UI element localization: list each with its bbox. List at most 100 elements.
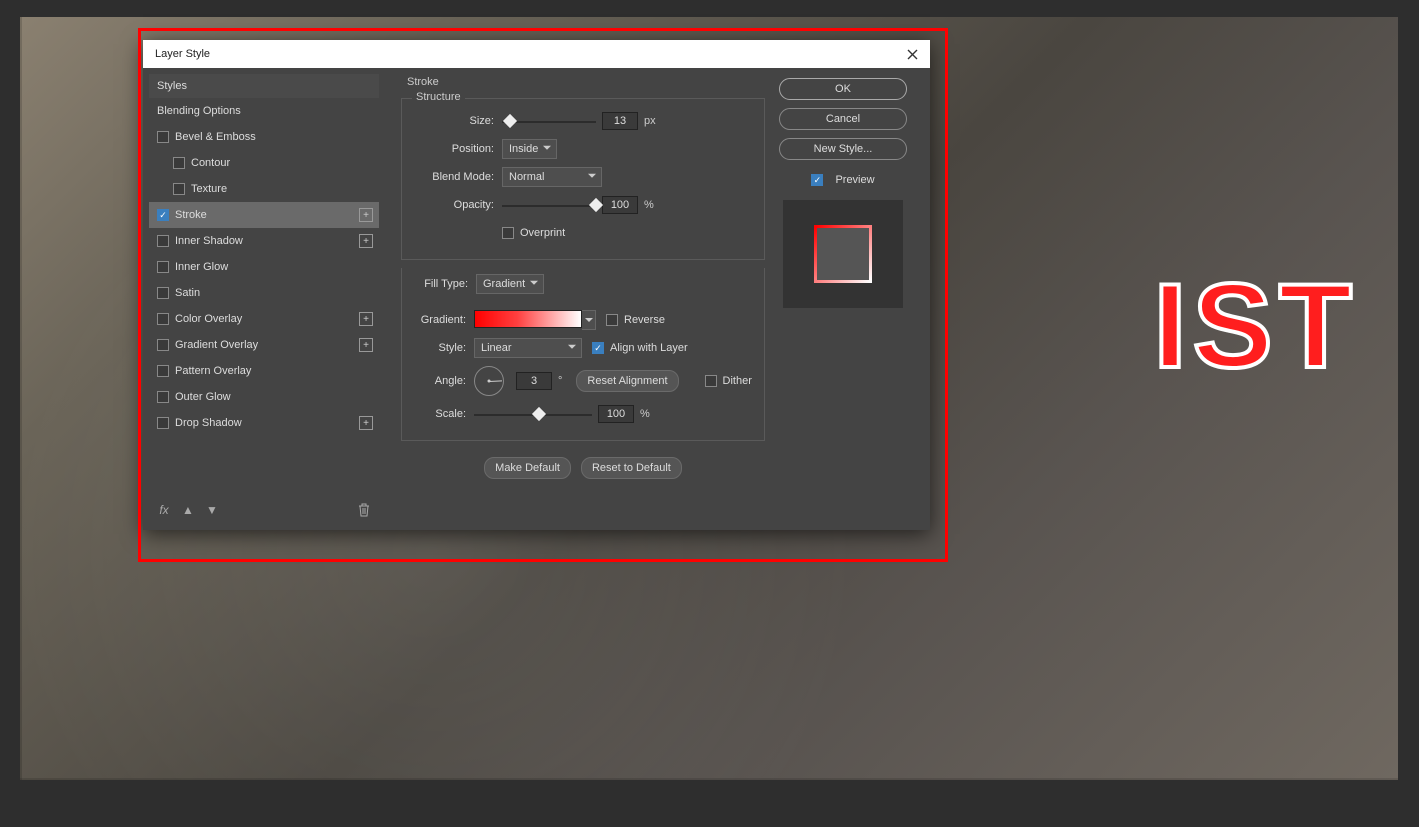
style-row-bevel-emboss[interactable]: Bevel & Emboss — [149, 124, 379, 150]
dither-checkbox[interactable] — [705, 375, 717, 387]
style-label: Stroke — [175, 209, 207, 221]
style-checkbox[interactable] — [157, 287, 169, 299]
angle-label: Angle: — [408, 375, 466, 387]
style-row-outer-glow[interactable]: Outer Glow — [149, 384, 379, 410]
angle-unit: ° — [558, 375, 562, 387]
style-checkbox[interactable] — [157, 131, 169, 143]
style-label: Outer Glow — [175, 391, 231, 403]
reset-alignment-button[interactable]: Reset Alignment — [576, 370, 678, 392]
preview-swatch — [814, 225, 872, 283]
reverse-label: Reverse — [624, 314, 665, 326]
arrow-up-icon[interactable]: ▲ — [181, 503, 195, 517]
style-label: Bevel & Emboss — [175, 131, 256, 143]
trash-icon[interactable] — [357, 503, 371, 517]
blending-options-label: Blending Options — [157, 105, 241, 117]
plus-icon[interactable]: + — [359, 416, 373, 430]
style-row-inner-shadow[interactable]: Inner Shadow + — [149, 228, 379, 254]
sidebar-footer: fx ▲ ▼ — [149, 496, 379, 524]
structure-fieldset: Structure Size: px Position: Inside Blen… — [401, 98, 765, 260]
style-label: Pattern Overlay — [175, 365, 251, 377]
blendmode-label: Blend Mode: — [408, 171, 494, 183]
dialog-titlebar[interactable]: Layer Style — [143, 40, 930, 68]
scale-input[interactable] — [598, 405, 634, 423]
position-label: Position: — [408, 143, 494, 155]
close-icon[interactable] — [902, 44, 922, 64]
arrow-down-icon[interactable]: ▼ — [205, 503, 219, 517]
filltype-label: Fill Type: — [402, 278, 468, 290]
style-label: Satin — [175, 287, 200, 299]
style-row-inner-glow[interactable]: Inner Glow — [149, 254, 379, 280]
align-label: Align with Layer — [610, 342, 688, 354]
dither-label: Dither — [723, 375, 752, 387]
scale-slider[interactable] — [474, 407, 592, 421]
style-dropdown[interactable]: Linear — [474, 338, 582, 358]
position-dropdown[interactable]: Inside — [502, 139, 557, 159]
style-label: Inner Glow — [175, 261, 228, 273]
plus-icon[interactable]: + — [359, 208, 373, 222]
style-checkbox[interactable] — [157, 313, 169, 325]
size-input[interactable] — [602, 112, 638, 130]
gradient-label: Gradient: — [408, 314, 466, 326]
style-checkbox[interactable] — [157, 365, 169, 377]
style-checkbox[interactable] — [157, 235, 169, 247]
scale-unit: % — [640, 408, 650, 420]
opacity-input[interactable] — [602, 196, 638, 214]
style-checkbox[interactable] — [173, 157, 185, 169]
style-checkbox[interactable] — [157, 339, 169, 351]
styles-header: Styles — [149, 74, 379, 98]
align-checkbox[interactable] — [592, 342, 604, 354]
blending-options-row[interactable]: Blending Options — [149, 98, 379, 124]
style-checkbox[interactable] — [157, 209, 169, 221]
style-label: Color Overlay — [175, 313, 242, 325]
style-checkbox[interactable] — [157, 261, 169, 273]
plus-icon[interactable]: + — [359, 234, 373, 248]
reset-default-button[interactable]: Reset to Default — [581, 457, 682, 479]
dialog-actions-panel: OK Cancel New Style... Preview — [773, 74, 913, 524]
style-row-texture[interactable]: Texture — [149, 176, 379, 202]
style-label: Inner Shadow — [175, 235, 243, 247]
fx-icon[interactable]: fx — [157, 503, 171, 517]
style-row-satin[interactable]: Satin — [149, 280, 379, 306]
style-row-drop-shadow[interactable]: Drop Shadow + — [149, 410, 379, 436]
opacity-slider[interactable] — [502, 198, 596, 212]
size-unit: px — [644, 115, 656, 127]
style-checkbox[interactable] — [157, 391, 169, 403]
overprint-label: Overprint — [520, 227, 565, 239]
size-label: Size: — [408, 115, 494, 127]
overprint-checkbox[interactable] — [502, 227, 514, 239]
gradient-dropdown-icon[interactable] — [582, 310, 596, 330]
filltype-dropdown[interactable]: Gradient — [476, 274, 544, 294]
style-row-gradient-overlay[interactable]: Gradient Overlay + — [149, 332, 379, 358]
plus-icon[interactable]: + — [359, 338, 373, 352]
style-label: Drop Shadow — [175, 417, 242, 429]
ok-button[interactable]: OK — [779, 78, 907, 100]
layer-style-dialog: Layer Style Styles Blending Options Beve… — [143, 40, 930, 530]
gradient-swatch[interactable] — [474, 310, 582, 328]
cancel-button[interactable]: Cancel — [779, 108, 907, 130]
dialog-title: Layer Style — [155, 48, 902, 60]
new-style-button[interactable]: New Style... — [779, 138, 907, 160]
style-label: Gradient Overlay — [175, 339, 258, 351]
plus-icon[interactable]: + — [359, 312, 373, 326]
structure-legend: Structure — [412, 91, 465, 103]
angle-input[interactable] — [516, 372, 552, 390]
style-checkbox[interactable] — [157, 417, 169, 429]
reverse-checkbox[interactable] — [606, 314, 618, 326]
style-row-stroke[interactable]: Stroke + — [149, 202, 379, 228]
angle-control[interactable] — [474, 366, 504, 396]
preview-box — [783, 200, 903, 308]
preview-checkbox[interactable] — [811, 174, 823, 186]
style-row-contour[interactable]: Contour — [149, 150, 379, 176]
style-label: Texture — [191, 183, 227, 195]
style-checkbox[interactable] — [173, 183, 185, 195]
make-default-button[interactable]: Make Default — [484, 457, 571, 479]
stroke-settings-panel: Stroke Structure Size: px Position: Insi… — [399, 74, 767, 524]
size-slider[interactable] — [502, 114, 596, 128]
fill-fieldset: Fill Type: Gradient Gradient: Reverse St… — [401, 268, 765, 441]
style-row-pattern-overlay[interactable]: Pattern Overlay — [149, 358, 379, 384]
blendmode-dropdown[interactable]: Normal — [502, 167, 602, 187]
style-label: Style: — [408, 342, 466, 354]
style-row-color-overlay[interactable]: Color Overlay + — [149, 306, 379, 332]
style-label: Contour — [191, 157, 230, 169]
styles-sidebar: Styles Blending Options Bevel & Emboss Co… — [149, 74, 379, 524]
